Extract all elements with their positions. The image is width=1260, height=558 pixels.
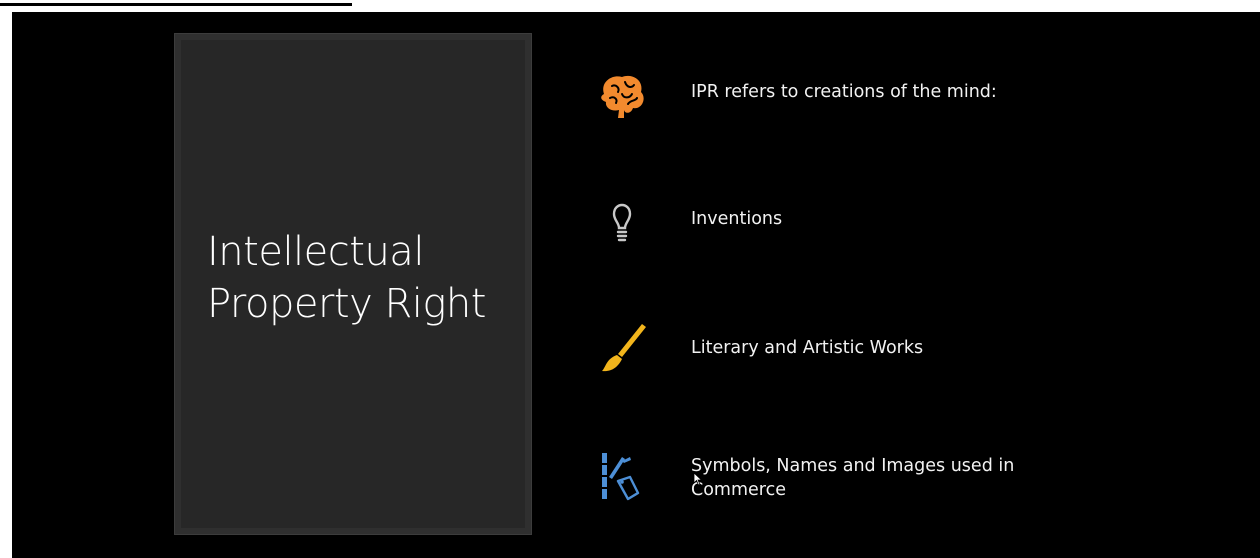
item-label: Literary and Artistic Works: [691, 338, 924, 358]
item-label: Symbols, Names and Images used in Commer…: [691, 456, 1015, 500]
list-item-symbols-names: Symbols, Names and Images used in Commer…: [592, 447, 1232, 527]
brain-icon: [592, 68, 652, 128]
slide-title: Intellectual Property Right: [207, 229, 486, 327]
presentation-slide: Intellectual Property Right IPR refers t…: [12, 12, 1260, 558]
title-box: Intellectual Property Right: [174, 33, 532, 535]
item-label: IPR refers to creations of the mind:: [691, 82, 997, 102]
lightbulb-icon: [592, 190, 652, 250]
list-item-inventions: Inventions: [592, 190, 1232, 270]
list-item-ipr: IPR refers to creations of the mind:: [592, 68, 1232, 148]
top-strip-line: [0, 3, 352, 6]
list-item-literary-works: Literary and Artistic Works: [592, 319, 1232, 399]
mouse-pointer-icon: [693, 472, 703, 486]
bamboo-tag-icon: [592, 447, 652, 507]
item-label: Inventions: [691, 209, 783, 229]
paintbrush-icon: [592, 319, 652, 379]
top-strip: [0, 0, 1260, 12]
